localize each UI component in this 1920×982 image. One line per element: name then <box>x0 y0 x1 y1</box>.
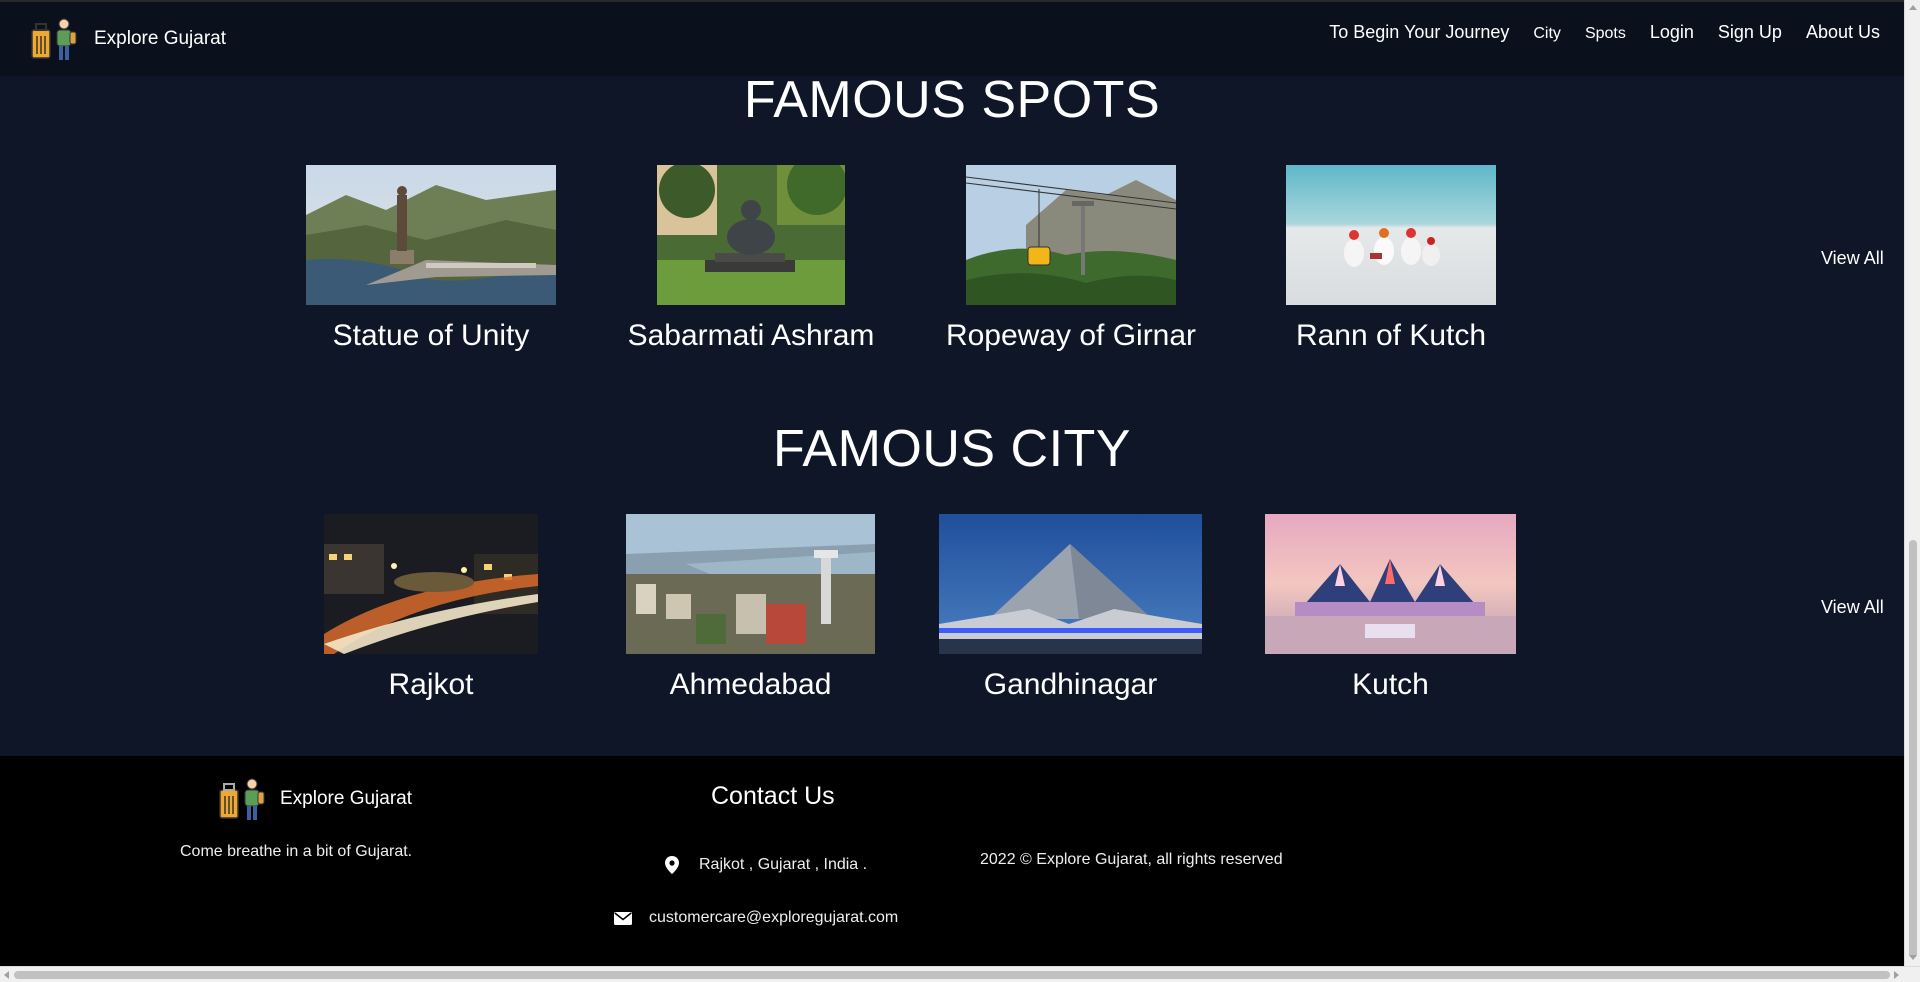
horizontal-scrollbar-thumb[interactable] <box>14 971 1890 979</box>
brand-link[interactable]: Explore Gujarat <box>30 16 226 62</box>
traveler-logo-icon <box>219 778 265 820</box>
scroll-up-arrow-icon[interactable] <box>1909 5 1917 10</box>
nav-begin-journey[interactable]: To Begin Your Journey <box>1329 22 1509 43</box>
footer-brand-name: Explore Gujarat <box>280 788 413 809</box>
cities-view-all-link[interactable]: View All <box>1821 597 1884 618</box>
horizontal-scrollbar[interactable] <box>0 966 1920 982</box>
spot-card-ropeway-of-girnar[interactable]: Ropeway of Girnar <box>946 165 1196 355</box>
nav-about-us[interactable]: About Us <box>1806 22 1880 43</box>
city-card-rajkot[interactable]: Rajkot <box>324 514 538 704</box>
spot-card-rann-of-kutch[interactable]: Rann of Kutch <box>1286 165 1496 355</box>
ahmedabad-photo <box>626 514 875 654</box>
nav-login[interactable]: Login <box>1650 22 1694 43</box>
nav-links: To Begin Your Journey City Spots Login S… <box>1305 22 1880 43</box>
city-name: Rajkot <box>388 668 474 701</box>
scroll-right-arrow-icon[interactable] <box>1894 971 1899 979</box>
spot-name: Statue of Unity <box>332 319 530 352</box>
footer: Explore Gujarat Come breathe in a bit of… <box>0 756 1904 966</box>
kutch-photo <box>1265 514 1516 654</box>
spot-name: Ropeway of Girnar <box>945 319 1197 352</box>
contact-us-heading: Contact Us <box>711 782 835 810</box>
city-card-gandhinagar[interactable]: Gandhinagar <box>939 514 1202 704</box>
spot-name: Sabarmati Ashram <box>627 319 875 352</box>
famous-city-title: FAMOUS CITY <box>773 420 1131 478</box>
rajkot-photo <box>324 514 538 654</box>
footer-tagline: Come breathe in a bit of Gujarat. <box>180 843 413 860</box>
email-text: customercare@exploregujarat.com <box>649 909 899 926</box>
copyright-text: 2022 © Explore Gujarat, all rights reser… <box>980 851 1283 868</box>
city-card-ahmedabad[interactable]: Ahmedabad <box>626 514 875 704</box>
contact-address: Rajkot , Gujarat , India . <box>665 856 867 874</box>
rann-of-kutch-photo <box>1286 165 1496 305</box>
vertical-scrollbar[interactable] <box>1904 0 1920 966</box>
envelope-icon <box>614 911 632 925</box>
sabarmati-ashram-photo <box>657 165 845 305</box>
footer-brand[interactable]: Explore Gujarat <box>218 776 412 822</box>
address-text: Rajkot , Gujarat , India . <box>699 856 868 873</box>
spot-card-sabarmati-ashram[interactable]: Sabarmati Ashram <box>628 165 874 355</box>
spot-name: Rann of Kutch <box>1295 319 1487 352</box>
city-name: Kutch <box>1352 668 1429 701</box>
navbar: Explore Gujarat To Begin Your Journey Ci… <box>0 2 1904 76</box>
city-card-kutch[interactable]: Kutch <box>1265 514 1516 704</box>
gandhinagar-photo <box>939 514 1202 654</box>
statue-of-unity-photo <box>306 165 556 305</box>
nav-spots[interactable]: Spots <box>1585 25 1626 43</box>
traveler-logo-icon <box>31 18 77 60</box>
girnar-ropeway-photo <box>966 165 1176 305</box>
vertical-scrollbar-thumb[interactable] <box>1909 540 1917 958</box>
contact-email[interactable]: customercare@exploregujarat.com <box>614 909 898 927</box>
scroll-left-arrow-icon[interactable] <box>4 971 9 979</box>
spots-view-all-link[interactable]: View All <box>1821 248 1884 269</box>
spot-card-statue-of-unity[interactable]: Statue of Unity <box>306 165 556 355</box>
famous-spots-title: FAMOUS SPOTS <box>743 71 1161 129</box>
scroll-down-arrow-icon[interactable] <box>1909 955 1917 960</box>
nav-city[interactable]: City <box>1533 25 1561 43</box>
map-pin-icon <box>665 856 679 874</box>
brand-name: Explore Gujarat <box>94 28 227 49</box>
nav-sign-up[interactable]: Sign Up <box>1718 22 1782 43</box>
